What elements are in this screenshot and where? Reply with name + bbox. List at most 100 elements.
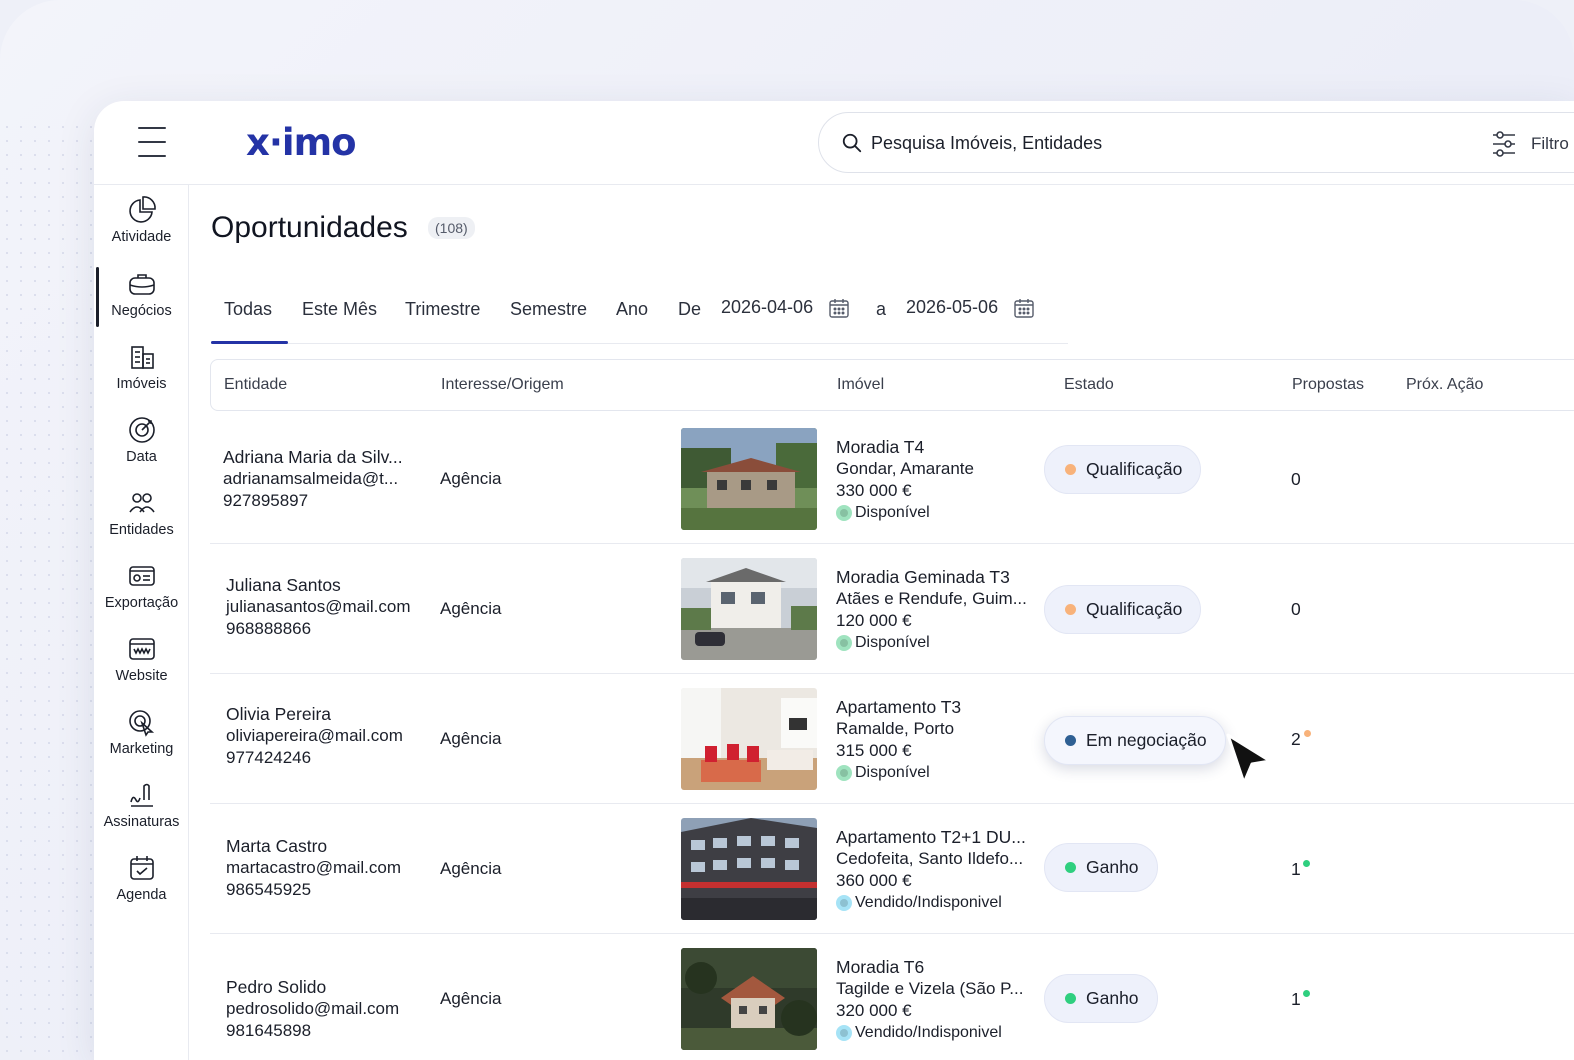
sidebar-item-negocios[interactable]: Negócios: [94, 267, 189, 335]
calendar-icon[interactable]: [1013, 297, 1035, 319]
proposals-count: 1: [1291, 989, 1301, 1009]
sidebar-item-label: Exportação: [104, 595, 179, 611]
mouse-cursor-icon: [1226, 733, 1272, 785]
filter-label: Filtro: [1531, 134, 1569, 153]
tab-todas[interactable]: Todas: [210, 299, 289, 344]
table-row[interactable]: Juliana Santos julianasantos@mail.com 96…: [210, 544, 1574, 674]
proposal-indicator-icon: [1303, 860, 1310, 867]
status-dot-icon: [1065, 464, 1076, 475]
calendar-icon[interactable]: [828, 297, 850, 319]
top-bar: x·imo Filtro: [94, 101, 1574, 185]
sidebar-item-assinaturas[interactable]: Assinaturas: [94, 780, 189, 846]
date-to-field[interactable]: 2026-05-06: [906, 297, 998, 318]
pie-chart-icon: [128, 196, 156, 223]
column-header-prox-acao[interactable]: Próx. Ação: [1406, 376, 1483, 394]
entity-name[interactable]: Adriana Maria da Silv...: [223, 446, 403, 468]
entity-cell: Olivia Pereira oliviapereira@mail.com 97…: [226, 703, 403, 769]
property-availability: Disponível: [836, 762, 961, 784]
property-cell: Apartamento T3 Ramalde, Porto 315 000 € …: [836, 696, 961, 784]
table-row[interactable]: Pedro Solido pedrosolido@mail.com 981645…: [210, 934, 1574, 1060]
table-row[interactable]: Adriana Maria da Silv... adrianamsalmeid…: [210, 414, 1574, 544]
tab-semestre[interactable]: Semestre: [510, 299, 587, 320]
sidebar-item-data[interactable]: Data: [94, 415, 189, 481]
logo[interactable]: x·imo: [246, 121, 357, 164]
property-location: Gondar, Amarante: [836, 459, 974, 478]
entity-name[interactable]: Pedro Solido: [226, 976, 399, 998]
dot-pattern: [0, 120, 100, 1060]
availability-label: Vendido/Indisponivel: [855, 894, 1002, 911]
property-availability: Disponível: [836, 632, 1027, 654]
table-row[interactable]: Marta Castro martacastro@mail.com 986545…: [210, 804, 1574, 934]
target-icon: [128, 417, 155, 443]
property-photo[interactable]: [681, 428, 817, 530]
column-header-entidade[interactable]: Entidade: [224, 376, 287, 394]
website-icon: [128, 638, 155, 660]
property-availability: Disponível: [836, 502, 974, 524]
property-title[interactable]: Apartamento T2+1 DU...: [836, 826, 1026, 848]
sidebar-item-website[interactable]: Website: [94, 634, 189, 700]
property-title[interactable]: Moradia T4: [836, 436, 974, 458]
filter-button[interactable]: Filtro: [1491, 129, 1569, 159]
sidebar-item-label: Marketing: [109, 741, 174, 757]
entity-name[interactable]: Juliana Santos: [226, 574, 411, 596]
date-to-label: a: [876, 299, 887, 319]
column-header-estado[interactable]: Estado: [1064, 376, 1114, 394]
sidebar-item-label: Website: [115, 668, 168, 684]
page-title: Oportunidades: [211, 211, 408, 244]
sidebar: Atividade Negócios Imóveis Data Entidade…: [94, 185, 189, 1060]
property-cell: Moradia Geminada T3 Atães e Rendufe, Gui…: [836, 566, 1027, 654]
users-icon: [128, 493, 155, 513]
search-bar[interactable]: Filtro: [818, 112, 1574, 173]
tab-ano[interactable]: Ano: [616, 299, 648, 320]
search-input[interactable]: [871, 127, 1431, 159]
entity-name[interactable]: Marta Castro: [226, 835, 401, 857]
sidebar-item-atividade[interactable]: Atividade: [94, 195, 189, 261]
origin-cell: Agência: [440, 729, 502, 748]
sidebar-item-marketing[interactable]: Marketing: [94, 707, 189, 773]
table-row[interactable]: Olivia Pereira oliviapereira@mail.com 97…: [210, 674, 1574, 804]
property-cell: Moradia T4 Gondar, Amarante 330 000 € Di…: [836, 436, 974, 524]
menu-icon[interactable]: [138, 127, 166, 157]
property-title[interactable]: Moradia T6: [836, 956, 1023, 978]
sliders-icon: [1493, 131, 1515, 157]
property-photo[interactable]: [681, 818, 817, 920]
property-photo[interactable]: [681, 948, 817, 1050]
proposal-indicator-icon: [1303, 990, 1310, 997]
property-title[interactable]: Apartamento T3: [836, 696, 961, 718]
status-badge[interactable]: Ganho: [1044, 974, 1158, 1023]
status-label: Qualificação: [1086, 459, 1183, 479]
count-badge: (108): [428, 217, 475, 239]
status-dot-icon: [1065, 735, 1076, 746]
status-badge[interactable]: Ganho: [1044, 843, 1158, 892]
sidebar-item-entidades[interactable]: Entidades: [94, 488, 189, 554]
status-label: Ganho: [1086, 988, 1139, 1008]
origin-cell: Agência: [440, 599, 502, 618]
status-badge[interactable]: Em negociação: [1044, 716, 1226, 765]
property-title[interactable]: Moradia Geminada T3: [836, 566, 1027, 588]
sidebar-item-imoveis[interactable]: Imóveis: [94, 342, 189, 408]
availability-label: Vendido/Indisponivel: [855, 1024, 1002, 1041]
status-badge[interactable]: Qualificação: [1044, 585, 1202, 634]
tab-este-mes[interactable]: Este Mês: [302, 299, 377, 320]
export-card-icon: [128, 566, 155, 586]
tab-trimestre[interactable]: Trimestre: [405, 299, 480, 320]
status-badge[interactable]: Qualificação: [1044, 445, 1202, 494]
property-cell: Moradia T6 Tagilde e Vizela (São P... 32…: [836, 956, 1023, 1044]
entity-phone: 981645898: [226, 1021, 312, 1040]
property-price: 320 000 €: [836, 1001, 912, 1020]
date-from-field[interactable]: 2026-04-06: [721, 297, 813, 318]
calendar-check-icon: [129, 856, 154, 880]
property-photo[interactable]: [681, 558, 817, 660]
entity-cell: Adriana Maria da Silv... adrianamsalmeid…: [223, 446, 403, 512]
property-photo[interactable]: [681, 688, 817, 790]
column-header-imovel[interactable]: Imóvel: [837, 376, 884, 394]
sidebar-item-exportacao[interactable]: Exportação: [94, 561, 189, 627]
entity-phone: 977424246: [226, 748, 312, 767]
sidebar-item-label: Data: [126, 449, 157, 465]
column-header-interesse[interactable]: Interesse/Origem: [441, 376, 564, 394]
proposals-count: 0: [1291, 469, 1301, 489]
sidebar-item-agenda[interactable]: Agenda: [94, 853, 189, 919]
column-header-propostas[interactable]: Propostas: [1292, 376, 1364, 394]
entity-name[interactable]: Olivia Pereira: [226, 703, 403, 725]
status-dot-icon: [1065, 993, 1076, 1004]
